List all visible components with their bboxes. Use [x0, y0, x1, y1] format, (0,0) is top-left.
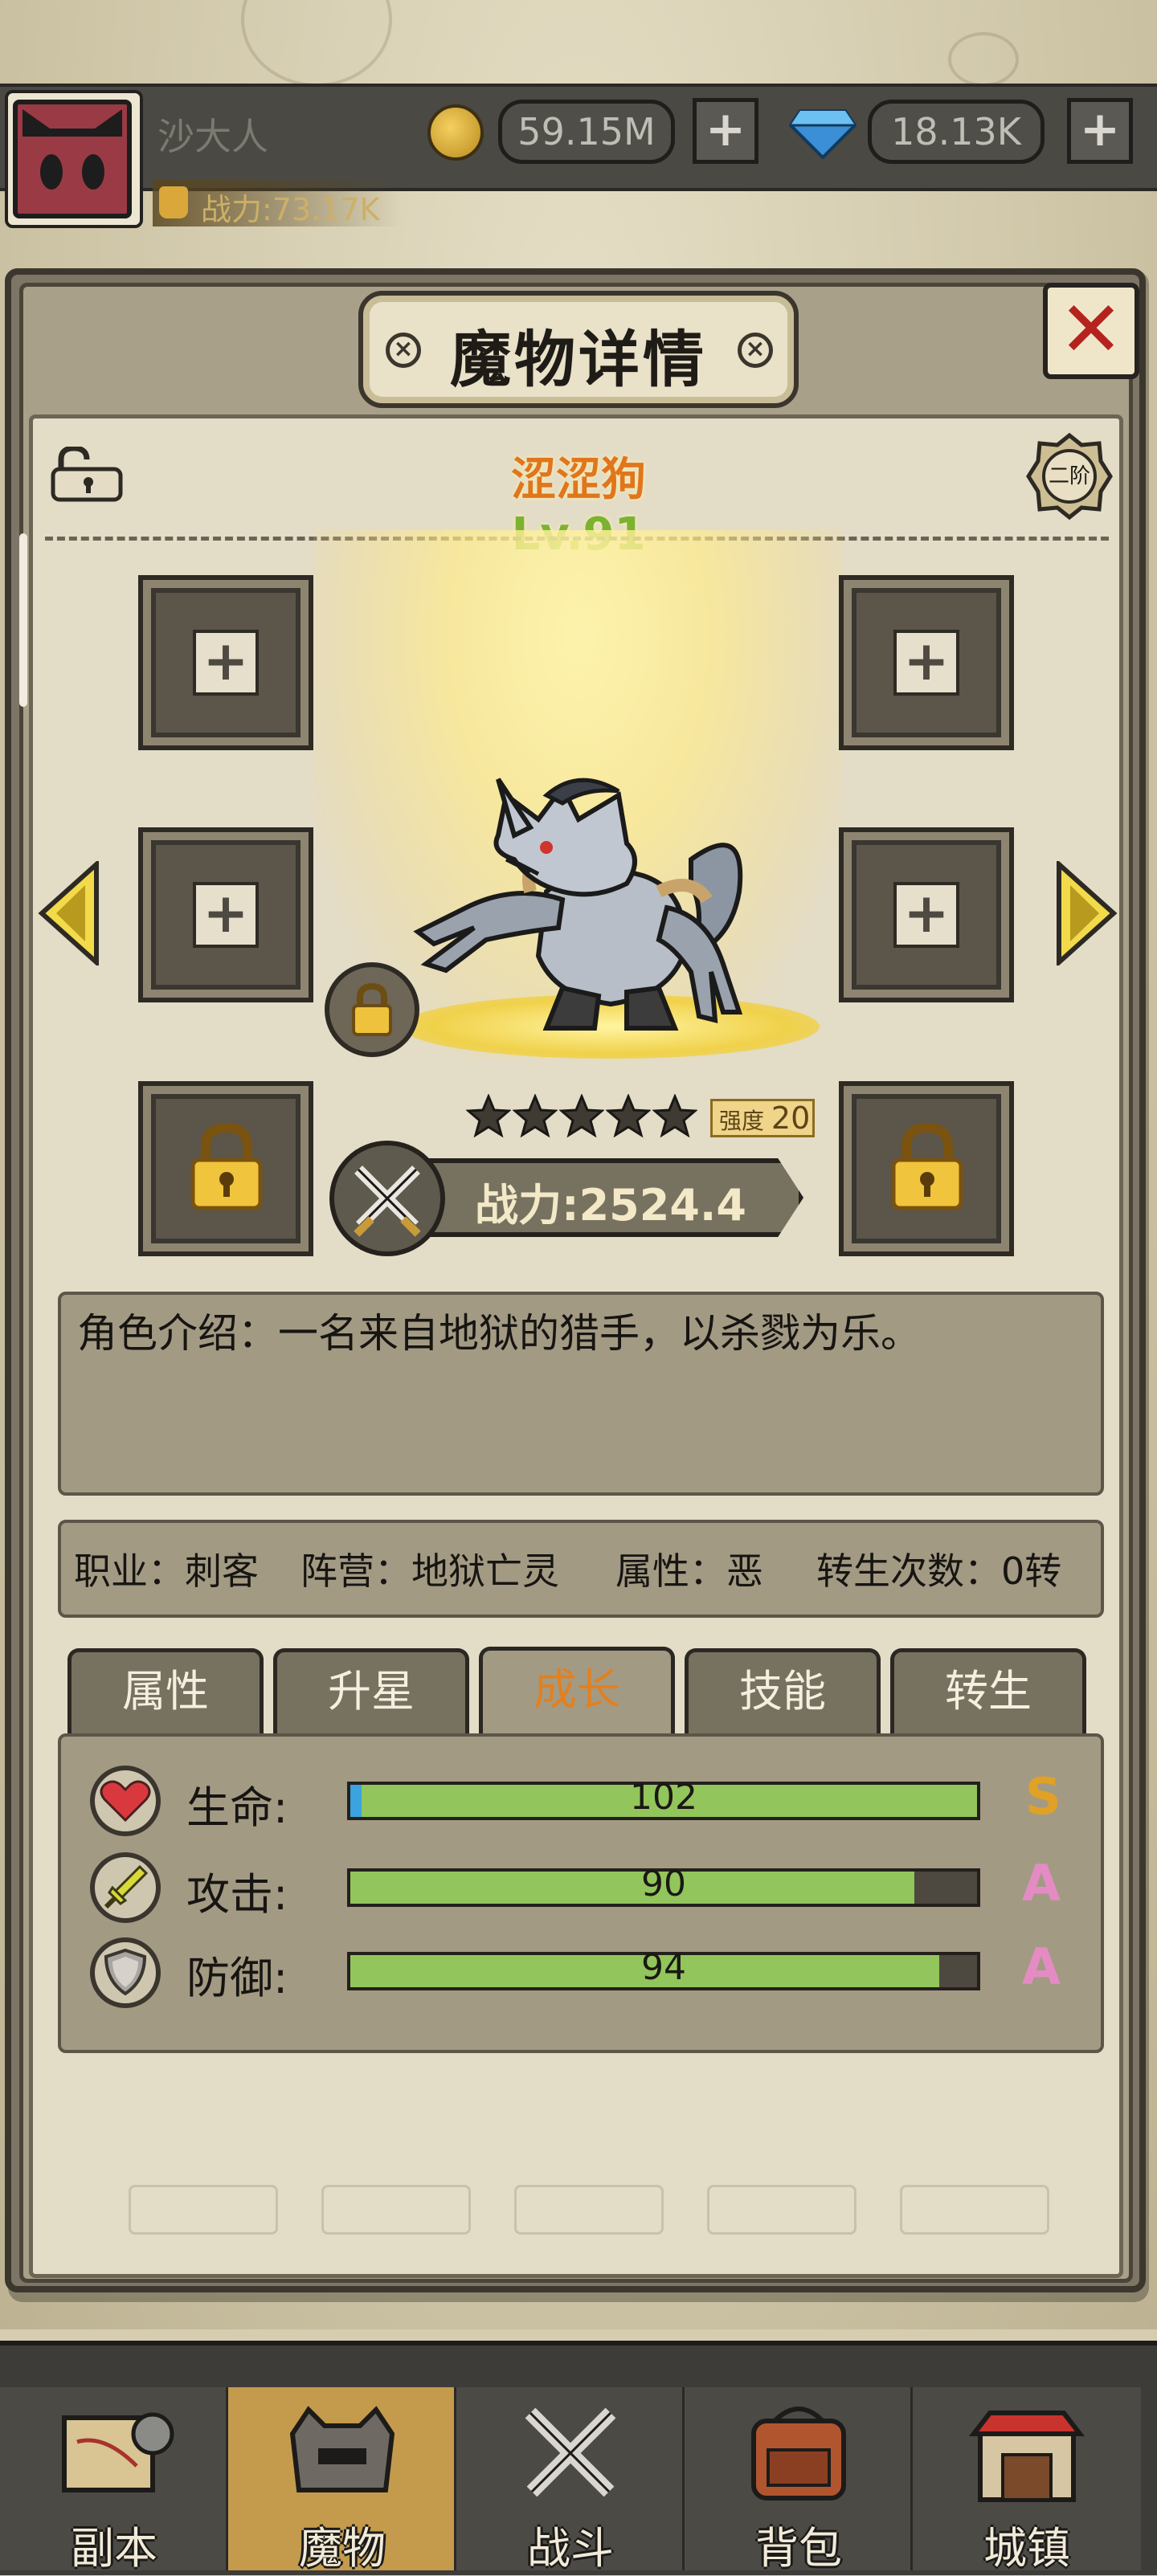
shop-icon — [968, 2411, 1085, 2502]
add-equip-button[interactable]: + — [193, 630, 259, 696]
info-attribute: 属性：恶 — [615, 1549, 763, 1593]
stat-grade: A — [1022, 1937, 1061, 1996]
add-equip-button[interactable]: + — [193, 882, 259, 948]
lock-monster-button[interactable] — [325, 962, 419, 1057]
add-equip-button[interactable]: + — [893, 882, 959, 948]
gem-icon — [789, 109, 857, 159]
shield-icon — [90, 1937, 161, 2008]
info-camp: 阵营：地狱亡灵 — [300, 1549, 559, 1593]
close-button[interactable]: ✕ — [1043, 283, 1139, 379]
stat-grade: S — [1025, 1767, 1061, 1826]
monster-sprite[interactable] — [386, 771, 771, 1036]
gem-amount: 18.13K — [868, 100, 1045, 164]
scrollbar[interactable] — [19, 533, 27, 707]
padlock-icon — [891, 1123, 963, 1210]
gold-coin-icon — [427, 104, 484, 161]
nav-label: 副本 — [71, 2523, 157, 2574]
monster-name: 涩涩狗 — [511, 454, 646, 506]
backpack-icon — [751, 2407, 846, 2500]
star-icon — [559, 1094, 604, 1138]
tab-attributes[interactable]: 属性 — [67, 1648, 264, 1735]
stat-value: 94 — [641, 1947, 686, 1988]
tab-star-up[interactable]: 升星 — [273, 1648, 469, 1735]
gold-amount: 59.15M — [498, 100, 675, 164]
stat-label: 防御: — [186, 1953, 288, 2003]
player-power: 战力:73.17K — [201, 192, 380, 227]
crossed-swords-icon — [525, 2407, 616, 2497]
stat-label: 攻击: — [186, 1869, 288, 1920]
rank-label: 二阶 — [1048, 464, 1090, 488]
background-decoration — [514, 2185, 664, 2235]
nav-label: 战斗 — [527, 2523, 614, 2574]
star-rating — [466, 1094, 707, 1142]
background-decoration — [900, 2185, 1049, 2235]
strength-value: 20 — [771, 1100, 811, 1136]
star-icon — [513, 1094, 558, 1138]
nav-label: 魔物 — [299, 2523, 386, 2574]
avatar-portrait — [13, 100, 132, 218]
add-gem-button[interactable]: + — [1067, 98, 1133, 164]
power-icon — [159, 186, 188, 218]
stat-value: 90 — [641, 1864, 686, 1904]
panel-title: 魔物详情 — [450, 324, 707, 395]
background-decoration — [129, 2185, 278, 2235]
prev-monster-arrow[interactable] — [37, 861, 101, 965]
stat-grade: A — [1022, 1854, 1061, 1913]
star-icon — [606, 1094, 651, 1138]
unlock-icon[interactable] — [50, 447, 125, 503]
strength-badge: 强度 20 — [710, 1099, 815, 1137]
stat-value: 102 — [630, 1777, 697, 1818]
padlock-icon — [190, 1123, 263, 1210]
player-name: 沙大人 — [157, 115, 268, 158]
tab-rebirth[interactable]: 转生 — [890, 1648, 1086, 1735]
combat-power-value: 战力:2524.4 — [475, 1180, 746, 1231]
nav-label: 背包 — [755, 2523, 842, 2574]
background-decoration — [948, 32, 1019, 87]
stat-label: 生命: — [186, 1782, 288, 1833]
next-monster-arrow[interactable] — [1054, 861, 1118, 965]
helmet-icon — [289, 2406, 395, 2492]
tab-skills[interactable]: 技能 — [685, 1648, 881, 1735]
star-icon — [652, 1094, 697, 1138]
tab-growth[interactable]: 成长 — [479, 1647, 675, 1737]
info-job: 职业：刺客 — [74, 1549, 259, 1593]
nav-label: 城镇 — [983, 2523, 1070, 2574]
rank-badge: 二阶 — [1025, 432, 1114, 521]
heart-icon — [90, 1766, 161, 1836]
background-decoration — [321, 2185, 471, 2235]
map-icon — [62, 2412, 174, 2492]
background-decoration — [707, 2185, 857, 2235]
star-icon — [466, 1094, 511, 1138]
strength-label: 强度 — [719, 1108, 765, 1134]
info-rebirth: 转生次数：0转 — [816, 1549, 1062, 1593]
sword-icon — [90, 1852, 161, 1923]
crossed-swords-icon — [329, 1141, 445, 1256]
add-gold-button[interactable]: + — [693, 98, 758, 164]
add-equip-button[interactable]: + — [893, 630, 959, 696]
monster-intro: 角色介绍：一名来自地狱的猎手，以杀戮为乐。 — [77, 1310, 921, 1357]
